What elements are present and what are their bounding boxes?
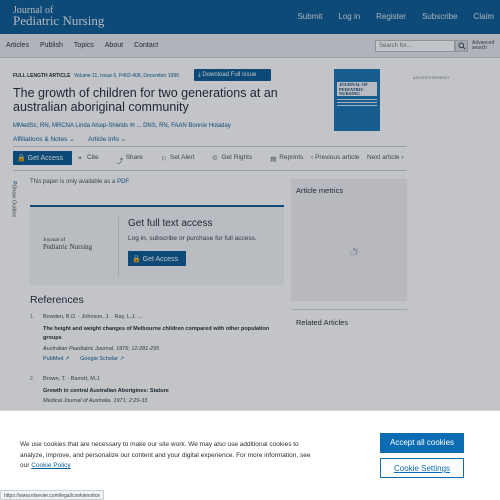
- cookie-banner: We use cookies that are necessary to mak…: [0, 410, 500, 500]
- status-bar-url: https://www.elsevier.com/legal/cookienot…: [0, 490, 104, 500]
- cookie-settings-button[interactable]: Cookie Settings: [380, 458, 464, 478]
- accept-all-cookies-button[interactable]: Accept all cookies: [380, 433, 464, 453]
- cookie-policy-link[interactable]: Cookie Policy: [31, 462, 70, 469]
- cookie-message: We use cookies that are necessary to mak…: [20, 440, 314, 472]
- modal-backdrop: [0, 0, 500, 410]
